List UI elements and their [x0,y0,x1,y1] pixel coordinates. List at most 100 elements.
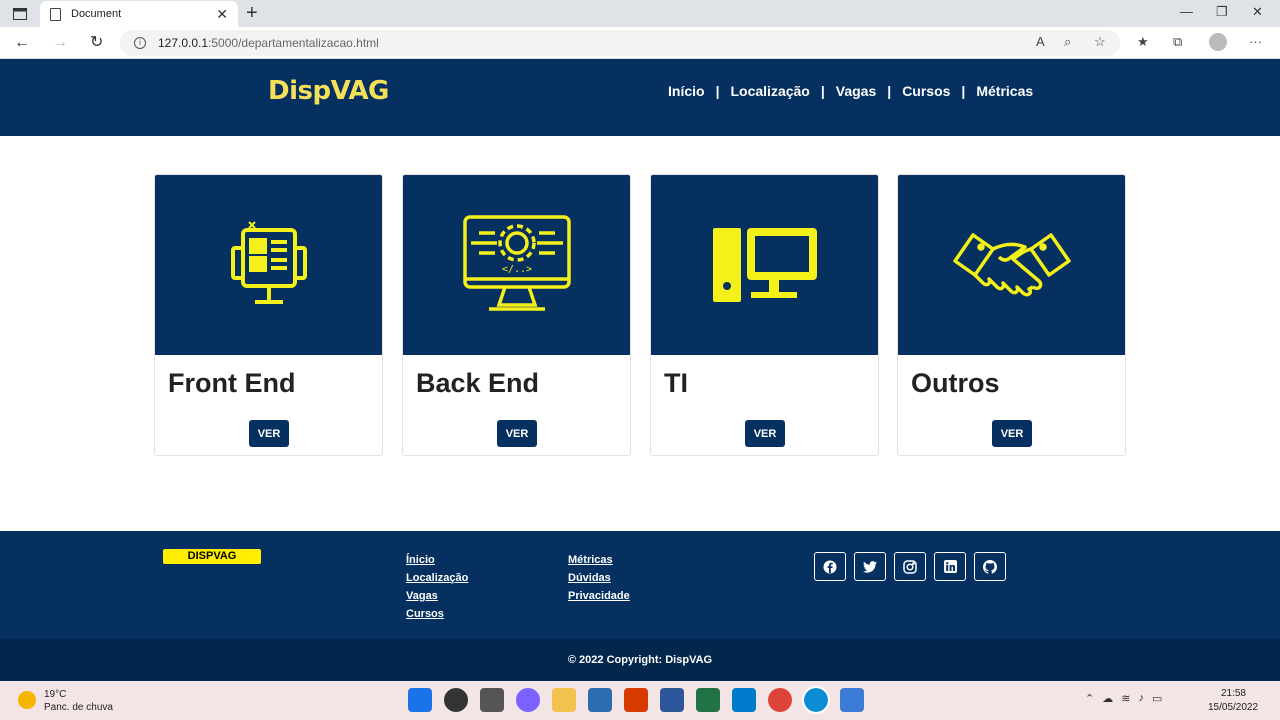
card-ti: TI VER [650,174,879,456]
task-view-icon[interactable] [480,688,504,712]
start-icon[interactable] [408,688,432,712]
card-image [155,175,382,355]
card-outros: Outros VER [897,174,1126,456]
ver-button[interactable]: VER [249,420,289,447]
backend-gear-monitor-icon: </..> [462,215,571,311]
ver-button[interactable]: VER [497,420,537,447]
svg-text:</..>: </..> [501,264,531,275]
word-icon[interactable] [660,688,684,712]
tab-title: Document [71,8,122,20]
search-icon[interactable] [444,688,468,712]
github-icon[interactable] [974,552,1006,581]
site-footer: DISPVAG Ínicio Localização Vagas Cursos … [0,531,1280,639]
footer-link-privacidade[interactable]: Privacidade [568,587,630,605]
clock-date: 15/05/2022 [1208,702,1259,713]
card-title: Outros [911,368,1000,398]
nav-inicio[interactable]: Início [668,83,705,99]
office-icon[interactable] [624,688,648,712]
card-image [651,175,878,355]
footer-link-duvidas[interactable]: Dúvidas [568,569,630,587]
file-explorer-icon[interactable] [552,688,576,712]
url-path: :5000/departamentalizacao.html [208,36,379,50]
window-close-icon[interactable]: ✕ [1252,4,1263,20]
card-title: Back End [416,368,540,398]
weather-text: Panc. de chuva [44,702,113,713]
copyright-text: © 2022 Copyright: DispVAG [0,639,1280,681]
card-back-end: </..> Back End VER [402,174,631,456]
ver-button[interactable]: VER [992,420,1032,447]
weather-widget[interactable]: 19°C Panc. de chuva [44,688,113,714]
zoom-icon[interactable]: ⌕ [1064,34,1071,50]
maximize-icon[interactable]: ❐ [1216,4,1228,20]
new-tab-icon[interactable]: + [246,3,258,23]
chevron-up-icon[interactable]: ⌃ [1085,692,1094,705]
minimize-icon[interactable]: — [1180,4,1193,19]
weather-icon[interactable] [18,691,36,709]
back-icon[interactable]: ← [14,33,30,53]
footer-link-cursos[interactable]: Cursos [406,605,468,623]
card-image [898,175,1125,355]
url-host: 127.0.0.1 [158,36,209,50]
read-aloud-icon[interactable]: A [1036,34,1045,49]
system-tray: ⌃ ☁ ≋ ♪ ▭ [1085,692,1170,705]
card-title: Front End [168,368,296,398]
desktop-computer-icon [712,228,817,302]
footer-link-inicio[interactable]: Ínicio [406,551,468,569]
browser-tab-bar: Document ✕ + — ❐ ✕ [0,0,1280,27]
document-icon [50,7,61,21]
site-logo[interactable]: DispVAG [268,76,389,106]
footer-links-col2: Métricas Dúvidas Privacidade [568,551,630,605]
social-links [814,552,1014,581]
facebook-icon[interactable] [814,552,846,581]
ver-button[interactable]: VER [745,420,785,447]
card-front-end: Front End VER [154,174,383,456]
taskbar-apps [408,686,876,714]
footer-links-col1: Ínicio Localização Vagas Cursos [406,551,468,623]
os-taskbar: 19°C Panc. de chuva ⌃ ☁ ≋ ♪ ▭ 21:58 15/0… [0,681,1280,720]
handshake-icon [952,233,1071,297]
footer-brand: DISPVAG [163,549,261,564]
favorite-icon[interactable]: ☆ [1094,34,1106,50]
footer-link-vagas[interactable]: Vagas [406,587,468,605]
browser-tab[interactable]: Document ✕ [40,1,238,27]
nav-cursos[interactable]: Cursos [902,83,950,99]
nav-localizacao[interactable]: Localização [730,83,809,99]
main-nav: Início | Localização | Vagas | Cursos | … [668,83,1034,99]
site-info-icon[interactable]: i [134,37,146,49]
footer-link-metricas[interactable]: Métricas [568,551,630,569]
edge-icon[interactable] [802,686,830,714]
url-field[interactable]: i 127.0.0.1:5000/departamentalizacao.htm… [120,30,1120,56]
battery-icon[interactable]: ▭ [1152,692,1162,705]
temperature: 19°C [44,689,67,700]
twitter-icon[interactable] [854,552,886,581]
onedrive-icon[interactable]: ☁ [1102,692,1113,705]
tab-actions-icon[interactable] [8,4,32,24]
chat-icon[interactable] [516,688,540,712]
card-image: </..> [403,175,630,355]
instagram-icon[interactable] [894,552,926,581]
card-title: TI [664,368,688,398]
category-cards: Front End VER </..> Back End VER TI VER … [154,174,1126,456]
reload-icon[interactable]: ↻ [90,33,103,53]
nav-metricas[interactable]: Métricas [976,83,1033,99]
frontend-monitor-icon [230,221,307,304]
nav-vagas[interactable]: Vagas [836,83,876,99]
site-header: DispVAG Início | Localização | Vagas | C… [0,59,1280,136]
chrome-icon[interactable] [768,688,792,712]
photos-icon[interactable] [840,688,864,712]
clock-time: 21:58 [1220,688,1246,699]
vscode-icon[interactable] [732,688,756,712]
more-icon[interactable]: ··· [1249,34,1262,49]
wifi-icon[interactable]: ≋ [1121,692,1130,705]
collections-icon[interactable]: ⧉ [1173,34,1182,50]
clock[interactable]: 21:58 15/05/2022 [1208,687,1259,715]
favorites-list-icon[interactable]: ★ [1137,34,1149,50]
store-icon[interactable] [588,688,612,712]
excel-icon[interactable] [696,688,720,712]
forward-icon[interactable]: → [52,33,68,53]
footer-link-localizacao[interactable]: Localização [406,569,468,587]
profile-avatar-icon[interactable] [1209,33,1227,51]
volume-icon[interactable]: ♪ [1138,692,1144,705]
close-tab-icon[interactable]: ✕ [216,6,228,23]
linkedin-icon[interactable] [934,552,966,581]
